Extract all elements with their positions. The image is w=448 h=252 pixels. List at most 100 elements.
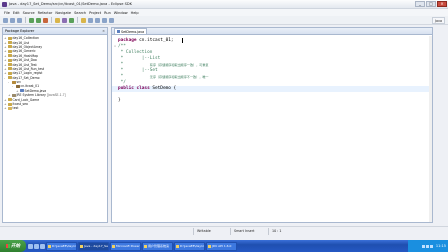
minimize-button[interactable]: _	[415, 1, 425, 7]
forward-icon[interactable]	[109, 17, 114, 23]
package-explorer-title[interactable]: Package Explorer	[5, 29, 34, 33]
maximize-button[interactable]: □	[426, 1, 436, 7]
menu-edit[interactable]: Edit	[13, 11, 20, 15]
pack-icon	[16, 84, 20, 88]
proj-icon	[8, 54, 12, 58]
proj-icon	[8, 36, 12, 40]
volume-icon[interactable]	[425, 244, 429, 248]
code-text: cn.itcast_01;	[136, 37, 174, 43]
windows-logo-icon	[5, 244, 10, 248]
src-icon	[12, 80, 16, 84]
app-icon	[176, 244, 179, 248]
print-icon[interactable]	[17, 17, 22, 23]
code-comment: */	[118, 80, 126, 86]
menu-window[interactable]: Window	[114, 11, 128, 15]
code-area[interactable]: package cn.itcast_01; ⊖/** * Collection *…	[112, 35, 432, 221]
browser-icon[interactable]	[34, 243, 39, 249]
menu-navigate[interactable]: Navigate	[55, 11, 71, 15]
vertical-scrollbar[interactable]	[429, 36, 432, 222]
quick-launch	[28, 243, 45, 249]
taskbar-button-label: D:\JavaEE\day17	[52, 244, 77, 248]
start-button[interactable]: 开始	[0, 240, 26, 252]
proj-icon	[8, 41, 12, 45]
editor-tabs: SetDemo.java	[112, 28, 432, 35]
close-view-icon[interactable]: ×	[102, 29, 105, 33]
taskbar-button[interactable]: D:\JavaEE\day17	[46, 241, 77, 251]
menu-search[interactable]: Search	[74, 11, 86, 15]
taskbar-button[interactable]: Java - day17_Se	[78, 241, 109, 251]
code-comment: 无序（存储顺序和取出顺序不一致），唯一	[149, 75, 209, 80]
cursor-position: 10 : 1	[268, 227, 285, 235]
writable-status: Writable	[193, 227, 214, 235]
taskbar-button[interactable]: Microsoft Power	[110, 241, 141, 251]
save-icon[interactable]	[10, 17, 15, 23]
tree-item-label: day16_ObjectArray	[12, 44, 43, 49]
package-explorer-header: Package Explorer ×	[3, 28, 107, 35]
package-tree: + day16_Collection + day16_List + day16_Objec…	[3, 35, 107, 111]
perspective-switcher[interactable]: Java	[432, 17, 445, 24]
new-class-icon[interactable]	[69, 17, 74, 23]
code-comment: /**	[118, 43, 126, 49]
task-buttons: D:\JavaEE\day17 Java - day17_Se Microsoft …	[45, 241, 237, 251]
toolbar-separator	[25, 17, 26, 23]
tree-item-label: day16_HashMap	[12, 53, 39, 58]
taskbar-button[interactable]: D:\JavaEE\day17	[174, 241, 205, 251]
app-icon	[144, 244, 147, 248]
menu-refactor[interactable]: Refactor	[38, 11, 53, 15]
taskbar-button-label: D:\JavaEE\day17	[180, 244, 205, 248]
code-comment: * Collection	[118, 49, 153, 55]
code-comment: *	[118, 74, 150, 80]
proj-icon	[8, 71, 12, 75]
new-package-icon[interactable]	[62, 17, 67, 23]
proj-icon	[8, 102, 12, 106]
tree-item-label: day16_List_Dao	[12, 58, 37, 63]
back-icon[interactable]	[102, 17, 107, 23]
tree-item-label: day16_Generic	[12, 49, 36, 54]
tab-setdemo-java[interactable]: SetDemo.java	[114, 28, 148, 34]
menu-project[interactable]: Project	[89, 11, 101, 15]
new-icon[interactable]	[3, 17, 8, 23]
ime-icon[interactable]	[429, 244, 433, 248]
code-text: SetDemo {	[149, 86, 177, 92]
main-toolbar	[0, 16, 448, 25]
open-type-icon[interactable]	[81, 17, 86, 23]
eclipse-window: Java - day17_Set_Demo/src/cn/itcast_01/S…	[0, 0, 448, 240]
tree-item-label: day16_List	[12, 40, 30, 45]
code-line[interactable]: }	[112, 98, 432, 104]
menu-help[interactable]: Help	[131, 11, 139, 15]
code-keyword: public class	[118, 86, 150, 92]
tree-item-label: src	[16, 80, 22, 85]
code-comment: * |--List	[118, 55, 161, 61]
menu-run[interactable]: Run	[104, 11, 111, 15]
tree-item-label: day16_List_Run_test	[12, 66, 45, 71]
taskbar-button[interactable]: 用户管理系统演	[142, 241, 173, 251]
menu-source[interactable]: Source	[23, 11, 35, 15]
proj-icon	[8, 58, 12, 62]
java-file-icon	[117, 30, 120, 33]
close-button[interactable]: ×	[437, 1, 447, 7]
search-icon[interactable]	[88, 17, 93, 23]
clock: 11:15	[435, 244, 446, 248]
taskbar-button-label: Java - day17_Se	[84, 244, 108, 248]
text-caret	[181, 37, 183, 43]
java-perspective-label[interactable]: Java	[435, 19, 442, 23]
debug-icon[interactable]	[29, 17, 34, 23]
tree-item[interactable]: + test	[4, 106, 107, 110]
external-tools-icon[interactable]	[43, 17, 48, 23]
network-icon[interactable]	[421, 244, 425, 248]
overview-ruler	[435, 27, 448, 223]
proj-icon	[8, 63, 12, 67]
run-icon[interactable]	[36, 17, 41, 23]
folder-icon	[8, 106, 12, 110]
system-tray: 11:15	[408, 240, 448, 252]
next-annotation-icon[interactable]	[95, 17, 100, 23]
menu-file[interactable]: File	[4, 11, 10, 15]
tree-item-label: day16_Collection	[12, 36, 39, 41]
new-java-project-icon[interactable]	[55, 17, 60, 23]
show-desktop-icon[interactable]	[28, 243, 33, 249]
tree-item-label: day16_List_Test	[12, 62, 37, 67]
taskbar-button[interactable]: JDK API 1.6.0	[206, 241, 237, 251]
eclipse-icon	[2, 1, 7, 7]
app-icon	[208, 244, 211, 248]
proj-icon	[8, 49, 12, 53]
